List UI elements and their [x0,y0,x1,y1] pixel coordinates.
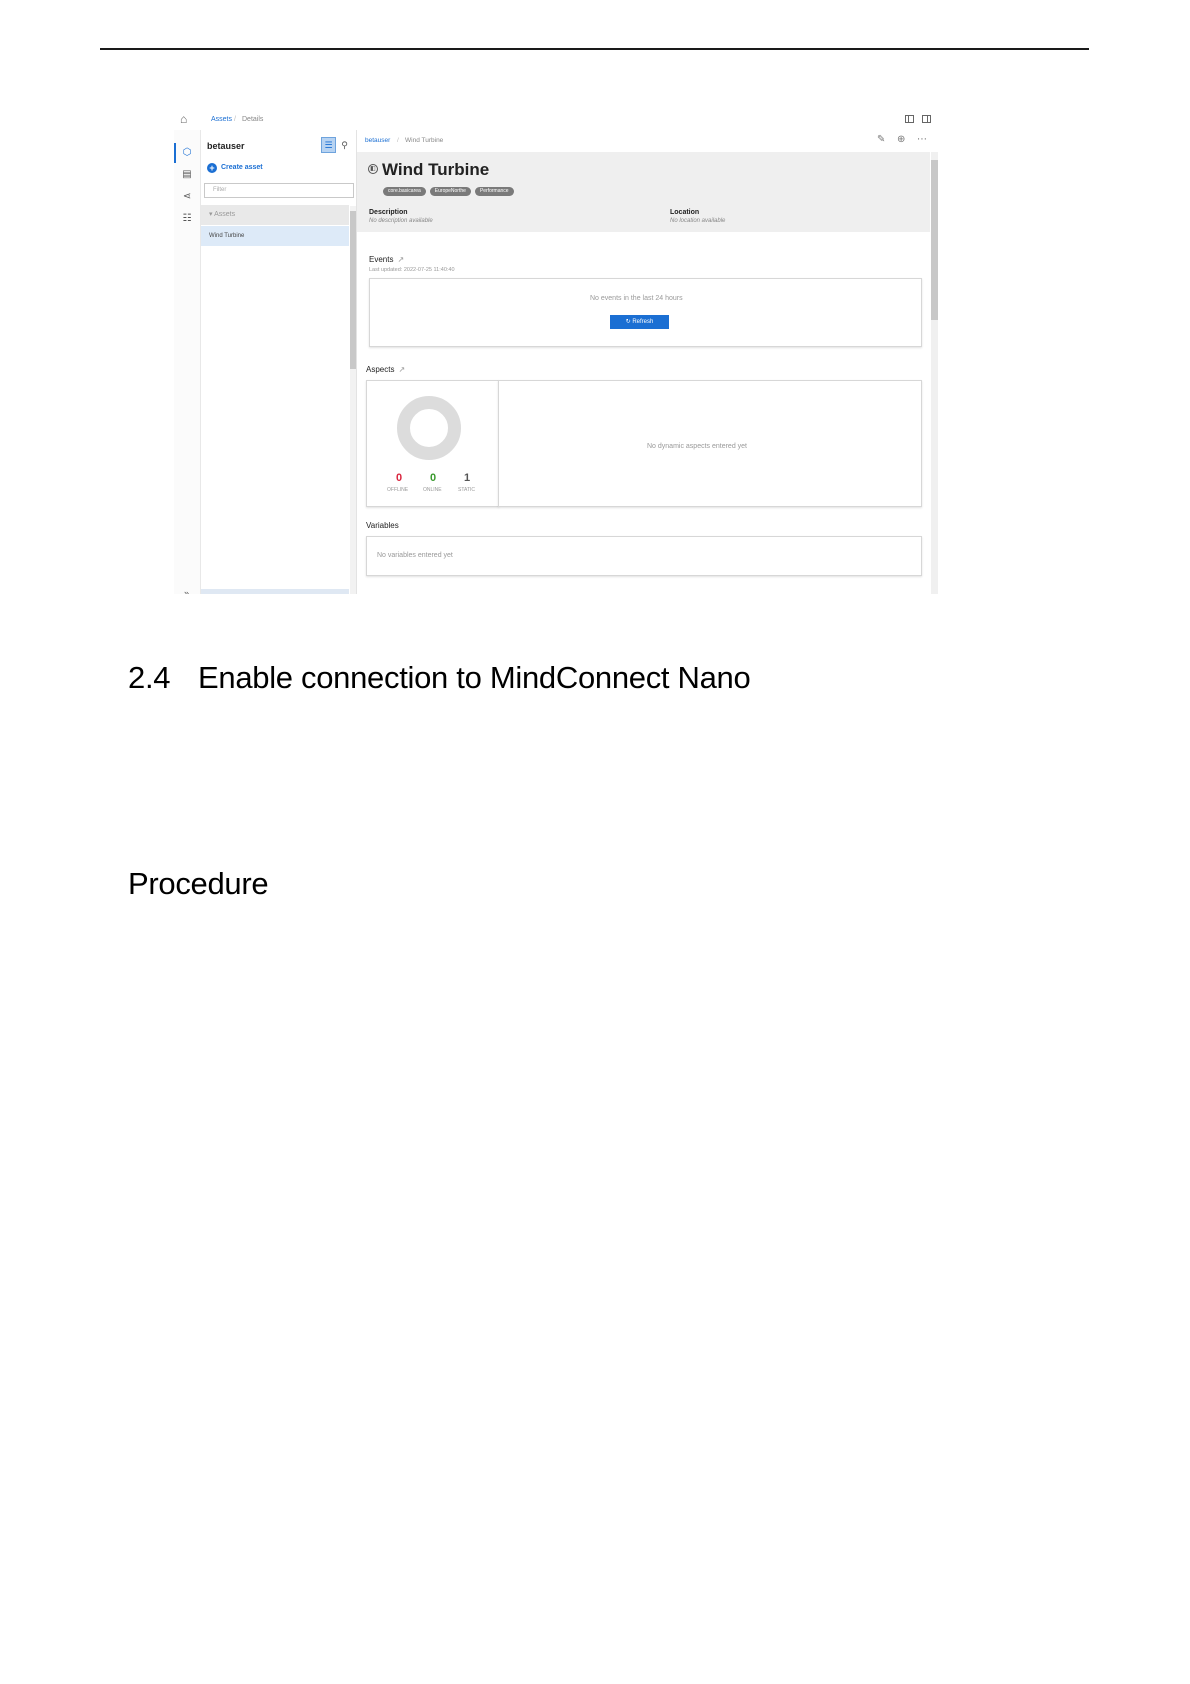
left-panel-icon[interactable] [905,115,914,123]
expand-icon[interactable]: » [184,588,189,594]
breadcrumb-separator: / [234,116,236,123]
description-label: Description [369,209,408,216]
asset-detail-panel: betauser / Wind Turbine ✎ ⊕ ⋯ ◧ Wind Tur… [357,130,939,594]
asset-manager-screenshot: ⌂ Assets / Details ⬡ ▤ ⋖ ☷ » betauser ☰ … [174,110,939,594]
tag-chip: EuropeNorthe [429,187,471,196]
aspects-empty: No dynamic aspects entered yet [647,443,747,450]
description-value: No description available [369,218,433,224]
more-icon[interactable]: ⋯ [917,134,927,145]
active-indicator [174,143,176,163]
asset-tree-panel: betauser ☰ ⚲ + Create asset Filter ▾ Ass… [201,130,357,594]
aspects-status-card: 0 0 1 OFFLINE ONLINE STATIC [366,380,499,507]
tree-view-icon[interactable]: ☰ [321,137,336,153]
refresh-button[interactable]: ↻ Refresh [610,315,669,329]
tree-item-wind-turbine[interactable]: Wind Turbine [201,226,349,246]
home-icon[interactable]: ⌂ [180,113,192,125]
tree-scrollbar[interactable] [350,206,356,594]
search-icon[interactable]: ⚲ [337,137,352,153]
detail-breadcrumb-separator: / [397,137,399,144]
procedure-heading: Procedure [128,866,269,901]
asset-header: ◧ Wind Turbine core.basicarea EuropeNort… [357,152,930,232]
right-panel-icon[interactable] [922,115,931,123]
app-topbar: ⌂ Assets / Details [174,110,939,131]
asset-type-icon: ◧ [368,164,378,174]
detail-scroll-thumb[interactable] [931,160,938,320]
events-card: No events in the last 24 hours ↻ Refresh [369,278,922,347]
section-heading: 2.4 Enable connection to MindConnect Nano [128,660,751,696]
breadcrumb-details: Details [242,116,264,123]
events-empty: No events in the last 24 hours [590,295,683,302]
section-title: Enable connection to MindConnect Nano [198,660,751,695]
open-icon[interactable]: ↗ [397,255,404,264]
header-rule [100,48,1089,50]
tag-chip: Performance [474,187,514,196]
nav-rail: ⬡ ▤ ⋖ ☷ » [174,130,201,594]
asset-title: Wind Turbine [382,160,490,179]
asset-tags: core.basicarea EuropeNorthe Performance [383,187,514,196]
location-label: Location [670,209,700,216]
stat-offline-label: OFFLINE [387,487,409,493]
aspects-donut [397,396,461,460]
location-value: No location available [670,218,726,224]
tree-scroll-thumb[interactable] [350,211,356,369]
events-updated: Last updated: 2022-07-25 11:40:40 [369,267,455,273]
detail-scrollbar[interactable] [931,152,938,594]
aspects-list-card: No dynamic aspects entered yet [498,380,922,507]
edit-icon[interactable]: ✎ [877,134,885,145]
aspects-label: Aspects [366,365,395,374]
stat-static-label: STATIC [458,487,476,493]
detail-breadcrumb-asset: Wind Turbine [405,137,444,144]
tag-chip: core.basicarea [383,187,426,196]
variables-card: No variables entered yet [366,536,922,576]
tree-user: betauser [207,141,245,151]
events-label: Events [369,255,394,264]
stat-offline-value: 0 [396,472,403,484]
breadcrumb-assets[interactable]: Assets [211,115,232,124]
hierarchy-icon[interactable]: ☷ [181,213,193,225]
assets-group-header[interactable]: ▾ Assets [201,205,349,225]
stat-static-value: 1 [464,472,471,484]
share-icon[interactable]: ⋖ [181,191,193,203]
aspects-heading: Aspects ↗ [366,365,405,374]
plus-icon[interactable]: + [207,163,217,173]
events-heading: Events ↗ [369,255,404,264]
assets-icon[interactable]: ⬡ [181,147,193,159]
refresh-label: Refresh [632,319,654,325]
variables-empty: No variables entered yet [377,552,453,559]
create-asset-link[interactable]: Create asset [221,164,263,171]
stat-online-label: ONLINE [423,487,442,493]
detail-breadcrumb-user[interactable]: betauser [365,137,390,144]
stat-online-value: 0 [430,472,437,484]
section-number: 2.4 [128,660,171,695]
dashboard-icon[interactable]: ▤ [181,169,193,181]
variables-heading: Variables [366,521,399,530]
open-icon[interactable]: ↗ [398,365,405,374]
filter-input[interactable]: Filter [204,183,354,198]
add-icon[interactable]: ⊕ [897,134,905,145]
tree-hscrollbar[interactable] [201,589,349,594]
